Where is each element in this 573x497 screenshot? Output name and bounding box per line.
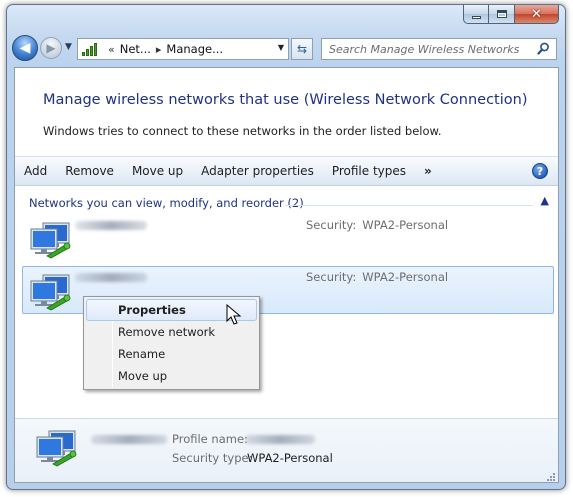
security-label: Security: xyxy=(306,218,357,232)
refresh-icon: ⇆ xyxy=(296,42,308,56)
adapter-properties-button[interactable]: Adapter properties xyxy=(201,164,314,178)
back-button[interactable]: ◀ xyxy=(12,35,38,61)
signal-bars-icon xyxy=(82,42,97,56)
wireless-network-icon xyxy=(30,274,71,311)
network-security: Security: WPA2-Personal xyxy=(306,218,448,232)
page-description: Windows tries to connect to these networ… xyxy=(43,124,442,138)
arrow-right-icon: ▶ xyxy=(46,41,56,55)
wireless-network-icon xyxy=(30,222,71,259)
maximize-button[interactable] xyxy=(489,5,515,24)
search-input[interactable] xyxy=(329,42,529,56)
selected-network-name-redacted xyxy=(91,435,167,444)
caption-buttons: ✕ xyxy=(463,5,559,24)
details-pane: Profile name: Security type: WPA2-Person… xyxy=(15,418,558,482)
profile-name-label: Profile name: xyxy=(172,432,248,446)
window-frame: ✕ ◀ ▶ ▼ « Net... ▸ Manage... ▼ ⇆ Search … xyxy=(6,4,566,490)
network-list-item[interactable]: Security: WPA2-Personal xyxy=(22,214,554,262)
address-overflow-chevron[interactable]: « xyxy=(108,43,115,56)
maximize-icon xyxy=(496,10,507,18)
forward-button[interactable]: ▶ xyxy=(40,37,62,59)
profile-types-button[interactable]: Profile types xyxy=(332,164,406,178)
refresh-button[interactable]: ⇆ xyxy=(291,38,313,60)
add-button[interactable]: Add xyxy=(24,164,47,178)
profile-name-value-redacted xyxy=(245,435,315,444)
security-value: WPA2-Personal xyxy=(362,270,449,284)
close-button[interactable]: ✕ xyxy=(515,5,559,24)
network-group-header[interactable]: Networks you can view, modify, and reord… xyxy=(29,196,304,210)
help-icon[interactable]: ? xyxy=(532,163,548,179)
security-value: WPA2-Personal xyxy=(362,218,449,232)
group-divider xyxy=(285,205,533,206)
security-label: Security: xyxy=(306,270,357,284)
wireless-network-icon xyxy=(36,430,77,467)
network-name-redacted xyxy=(75,221,147,230)
menu-item-move-up[interactable]: Move up xyxy=(86,365,257,387)
move-up-button[interactable]: Move up xyxy=(132,164,183,178)
search-box[interactable] xyxy=(321,38,557,60)
menu-item-rename[interactable]: Rename xyxy=(86,343,257,365)
recent-pages-dropdown[interactable]: ▼ xyxy=(65,42,72,52)
page-title: Manage wireless networks that use (Wirel… xyxy=(43,92,528,108)
collapse-chevron-icon[interactable]: ▲ xyxy=(541,194,549,207)
minimize-button[interactable] xyxy=(463,5,489,24)
arrow-left-icon: ◀ xyxy=(19,40,31,56)
remove-button[interactable]: Remove xyxy=(65,164,114,178)
mouse-pointer-icon xyxy=(226,304,242,325)
command-bar: Add Remove Move up Adapter properties Pr… xyxy=(15,156,558,186)
content-area: Manage wireless networks that use (Wirel… xyxy=(14,67,559,483)
network-name-redacted xyxy=(75,273,147,282)
address-dropdown-icon[interactable]: ▼ xyxy=(278,43,284,52)
security-type-label: Security type: xyxy=(172,451,253,465)
close-icon: ✕ xyxy=(531,6,542,22)
search-icon[interactable] xyxy=(537,42,550,55)
breadcrumb-separator-icon[interactable]: ▸ xyxy=(156,43,162,56)
security-type-value: WPA2-Personal xyxy=(247,451,333,465)
address-bar[interactable]: « Net... ▸ Manage... ▼ xyxy=(77,38,289,60)
minimize-icon xyxy=(471,15,481,19)
network-security: Security: WPA2-Personal xyxy=(306,270,448,284)
breadcrumb-network[interactable]: Net... xyxy=(120,42,151,56)
more-commands-button[interactable]: » xyxy=(424,164,432,178)
breadcrumb-manage[interactable]: Manage... xyxy=(166,42,223,56)
resize-grip-icon[interactable] xyxy=(546,472,556,482)
navigation-bar: ◀ ▶ ▼ « Net... ▸ Manage... ▼ ⇆ xyxy=(11,35,561,63)
